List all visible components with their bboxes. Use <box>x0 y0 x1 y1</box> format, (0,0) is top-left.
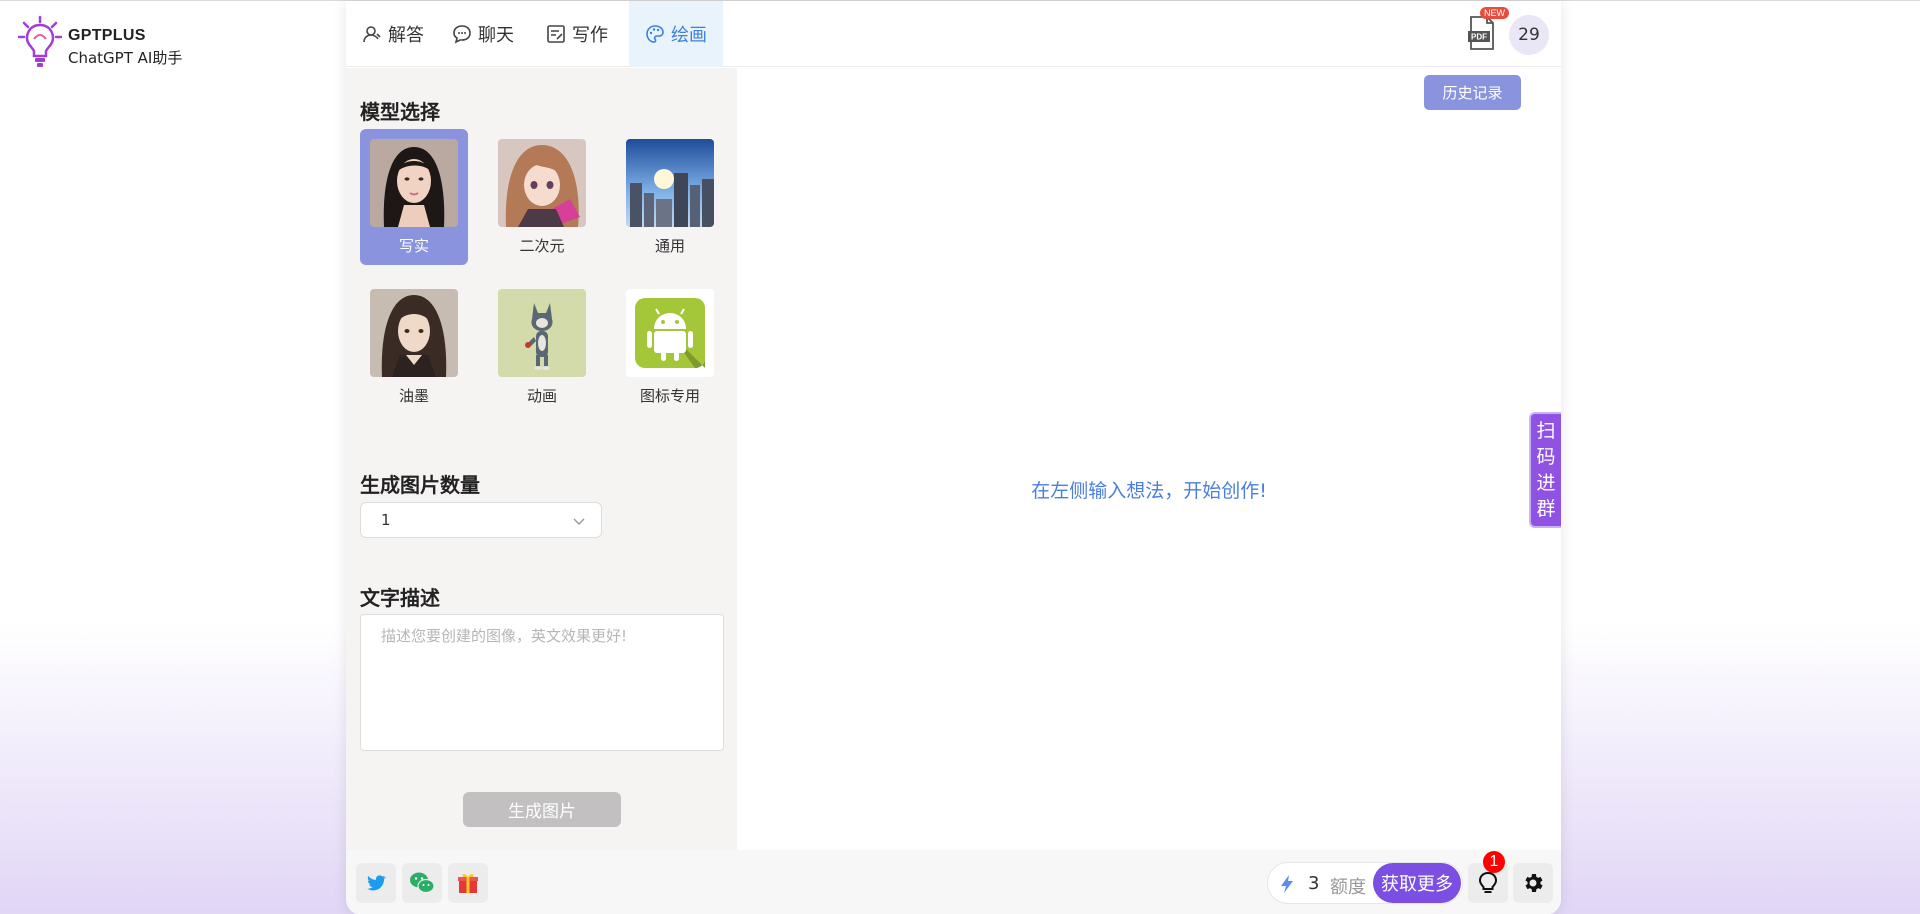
chevron-down-icon <box>573 518 585 525</box>
model-anime-label: 二次元 <box>519 237 565 255</box>
model-realistic-label: 写实 <box>398 237 429 255</box>
credit-value: 3 <box>1308 873 1320 894</box>
model-general-label: 通用 <box>654 237 685 255</box>
anime-girl-thumbnail <box>498 139 586 227</box>
model-icon[interactable]: 图标专用 <box>616 279 724 415</box>
model-cartoon[interactable]: 动画 <box>488 279 596 415</box>
model-section-title: 模型选择 <box>360 100 440 124</box>
tab-chat-label: 聊天 <box>478 25 514 46</box>
wechat-button[interactable] <box>402 863 442 903</box>
prompt-section-title: 文字描述 <box>360 586 440 610</box>
tab-writing[interactable]: 写作 <box>530 1 624 67</box>
model-general[interactable]: 通用 <box>616 129 724 265</box>
edit-note-icon <box>547 25 565 43</box>
pdf-file-icon[interactable]: PDF <box>1465 13 1499 53</box>
usage-count-badge[interactable]: 29 <box>1509 15 1549 55</box>
prompt-input[interactable] <box>360 614 724 751</box>
generate-button[interactable]: 生成图片 <box>463 792 621 827</box>
model-cartoon-label: 动画 <box>526 387 557 405</box>
get-more-button[interactable]: 获取更多 <box>1373 863 1461 903</box>
model-ink-label: 油墨 <box>398 387 429 405</box>
quantity-value: 1 <box>381 511 391 529</box>
user-question-icon <box>363 26 381 43</box>
model-anime[interactable]: 二次元 <box>488 129 596 265</box>
model-ink[interactable]: 油墨 <box>360 279 468 415</box>
chat-bubble-icon <box>453 25 471 44</box>
twitter-icon <box>367 875 386 891</box>
gift-icon <box>458 873 478 893</box>
cartoon-cat-thumbnail <box>498 289 586 377</box>
new-badge: NEW <box>1480 7 1509 19</box>
android-robot-thumbnail <box>626 289 714 377</box>
quantity-section-title: 生成图片数量 <box>360 473 480 497</box>
model-realistic[interactable]: 写实 <box>360 129 468 265</box>
tab-answer-label: 解答 <box>388 25 424 46</box>
tab-chat[interactable]: 聊天 <box>436 1 530 67</box>
quantity-select[interactable]: 1 <box>360 502 602 538</box>
gear-icon <box>1525 874 1543 892</box>
brand[interactable]: GPTPLUS ChatGPT AI助手 <box>18 15 182 69</box>
top-nav: 解答 聊天 写作 绘画 PDF NEW 29 <box>346 1 1561 67</box>
gift-button[interactable] <box>448 863 488 903</box>
settings-button[interactable] <box>1513 863 1553 903</box>
tab-drawing-label: 绘画 <box>671 25 707 46</box>
tab-drawing[interactable]: 绘画 <box>629 1 723 67</box>
app-window: 解答 聊天 写作 绘画 PDF NEW 29 模型选择 写实 二次元 通用 油墨… <box>346 1 1561 914</box>
realistic-portrait-thumbnail <box>370 139 458 227</box>
svg-text:PDF: PDF <box>1471 33 1487 42</box>
footer-bar: 3 额度 获取更多 1 <box>346 850 1561 914</box>
tab-answer[interactable]: 解答 <box>346 1 440 67</box>
brand-subtitle: ChatGPT AI助手 <box>68 49 183 67</box>
city-skyline-thumbnail <box>626 139 714 227</box>
settings-panel: 模型选择 写实 二次元 通用 油墨 动画 图标专用 生成图片数量 1 文字描述 … <box>346 68 737 850</box>
twitter-button[interactable] <box>356 863 396 903</box>
ink-portrait-thumbnail <box>370 289 458 377</box>
palette-icon <box>646 25 664 43</box>
wechat-icon <box>410 872 435 894</box>
history-button[interactable]: 历史记录 <box>1424 75 1521 110</box>
brand-name: GPTPLUS <box>68 27 146 44</box>
scan-join-group-tab[interactable]: 扫码进群 <box>1529 412 1561 528</box>
notification-badge: 1 <box>1483 851 1505 873</box>
model-icon-label: 图标专用 <box>639 387 700 405</box>
credit-unit: 额度 <box>1330 877 1366 898</box>
canvas-area: 历史记录 在左侧输入想法，开始创作! 扫码进群 <box>737 68 1561 850</box>
lightbulb-icon <box>1478 871 1498 893</box>
lightning-icon <box>1281 875 1293 893</box>
tab-writing-label: 写作 <box>572 25 608 46</box>
empty-hint: 在左侧输入想法，开始创作! <box>1031 480 1267 502</box>
lightbulb-logo-icon <box>18 15 62 67</box>
